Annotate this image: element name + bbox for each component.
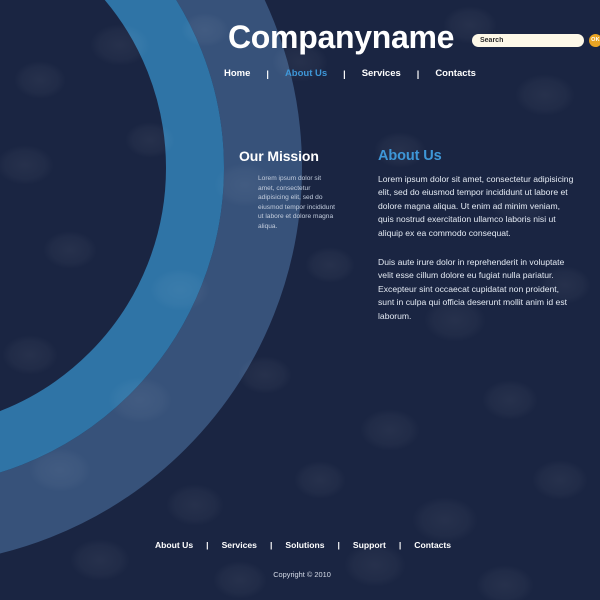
footer-link-services[interactable]: Services (222, 540, 257, 550)
site-footer: About Us | Services | Solutions | Suppor… (0, 540, 600, 579)
search-submit-button[interactable]: OK (589, 34, 600, 47)
mission-body-text: Lorem ipsum dolor sit amet, consectetur … (258, 175, 335, 230)
main-navigation: Home | About Us | Services | Contacts (224, 68, 476, 79)
nav-item-contacts[interactable]: Contacts (435, 68, 476, 79)
site-logo[interactable]: Companyname (228, 18, 454, 56)
nav-separator: | (416, 68, 420, 79)
nav-item-services[interactable]: Services (362, 68, 401, 79)
mission-title: Our Mission (239, 148, 319, 164)
footer-separator: | (206, 540, 209, 550)
about-title: About Us (378, 148, 442, 164)
footer-link-support[interactable]: Support (353, 540, 386, 550)
copyright-text: Copyright © 2010 (273, 570, 331, 579)
about-paragraph-2: Duis aute irure dolor in reprehenderit i… (378, 257, 568, 321)
footer-separator: | (269, 540, 273, 550)
mission-column: Our Mission Lorem ipsum dolor sit amet, … (236, 148, 356, 232)
site-header: Companyname OK (0, 0, 600, 95)
footer-link-contacts[interactable]: Contacts (414, 540, 451, 550)
footer-link-about-us[interactable]: About Us (155, 540, 193, 550)
footer-link-solutions[interactable]: Solutions (285, 540, 324, 550)
search-input[interactable] (472, 34, 584, 47)
nav-separator: | (343, 68, 346, 79)
footer-separator: | (398, 540, 402, 550)
page-root: Companyname OK Home | About Us | Service… (0, 0, 600, 600)
footer-separator: | (337, 540, 340, 550)
about-column: About Us Lorem ipsum dolor sit amet, con… (378, 148, 574, 323)
nav-item-home[interactable]: Home (224, 68, 250, 79)
about-paragraph-1: Lorem ipsum dolor sit amet, consectetur … (378, 174, 574, 238)
nav-item-about-us[interactable]: About Us (285, 68, 327, 79)
search-form: OK (472, 34, 600, 47)
footer-navigation: About Us | Services | Solutions | Suppor… (0, 540, 600, 550)
nav-separator: | (266, 68, 269, 79)
